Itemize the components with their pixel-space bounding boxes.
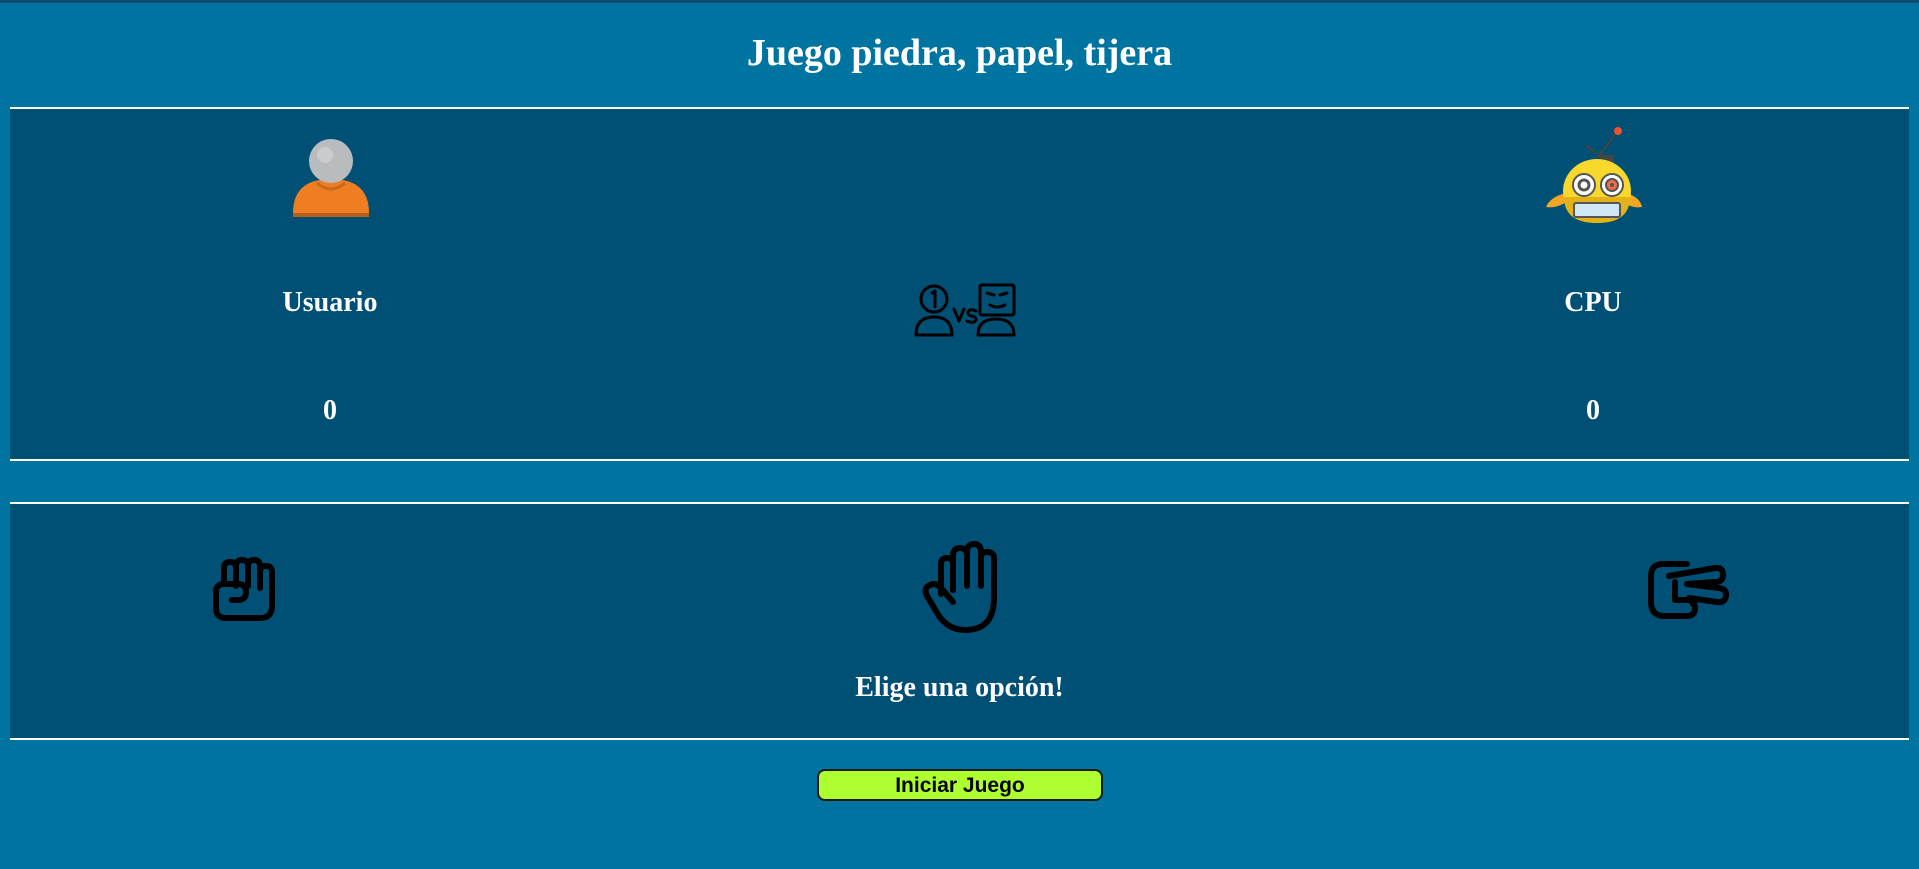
user-avatar-icon <box>291 137 371 226</box>
rock-fist-icon[interactable] <box>202 548 282 633</box>
page-title: Juego piedra, papel, tijera <box>746 32 1173 74</box>
paper-hand-icon[interactable] <box>917 540 1009 641</box>
user-label: Usuario <box>282 287 378 318</box>
scoreboard-panel: Usuario 0 CPU 0 <box>10 107 1909 461</box>
start-game-button[interactable]: Iniciar Juego <box>817 769 1103 801</box>
versus-icon <box>914 283 1018 344</box>
robot-icon <box>1542 127 1646 236</box>
scissors-hand-icon[interactable] <box>1635 548 1735 633</box>
user-score: 0 <box>323 395 337 426</box>
cpu-label: CPU <box>1564 287 1622 318</box>
choices-panel: Elige una opción! <box>10 502 1909 740</box>
cpu-score: 0 <box>1586 395 1600 426</box>
choice-message: Elige una opción! <box>855 672 1064 703</box>
